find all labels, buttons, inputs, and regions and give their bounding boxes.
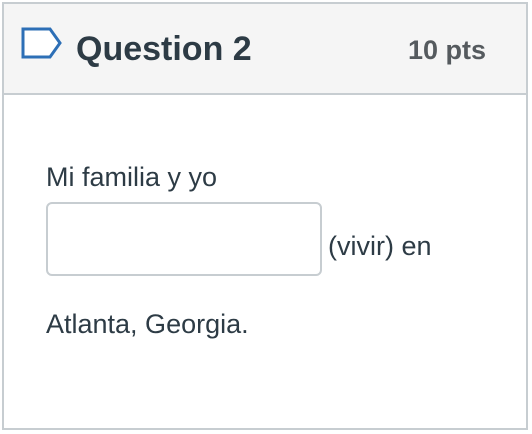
- question-text-end: Atlanta, Georgia.: [46, 309, 249, 339]
- question-header: Question 2 10 pts: [4, 4, 526, 95]
- question-title: Question 2: [76, 30, 252, 68]
- question-text-after-input: (vivir) en: [328, 231, 432, 261]
- question-body: Mi familia y yo (vivir) en Atlanta, Geor…: [4, 95, 526, 428]
- question-card: Question 2 10 pts Mi familia y yo (vivir…: [2, 2, 528, 430]
- question-points: 10 pts: [407, 35, 486, 65]
- question-text-before: Mi familia y yo: [46, 162, 218, 192]
- answer-blank-input[interactable]: [46, 202, 322, 276]
- flag-question-icon[interactable]: [20, 26, 64, 60]
